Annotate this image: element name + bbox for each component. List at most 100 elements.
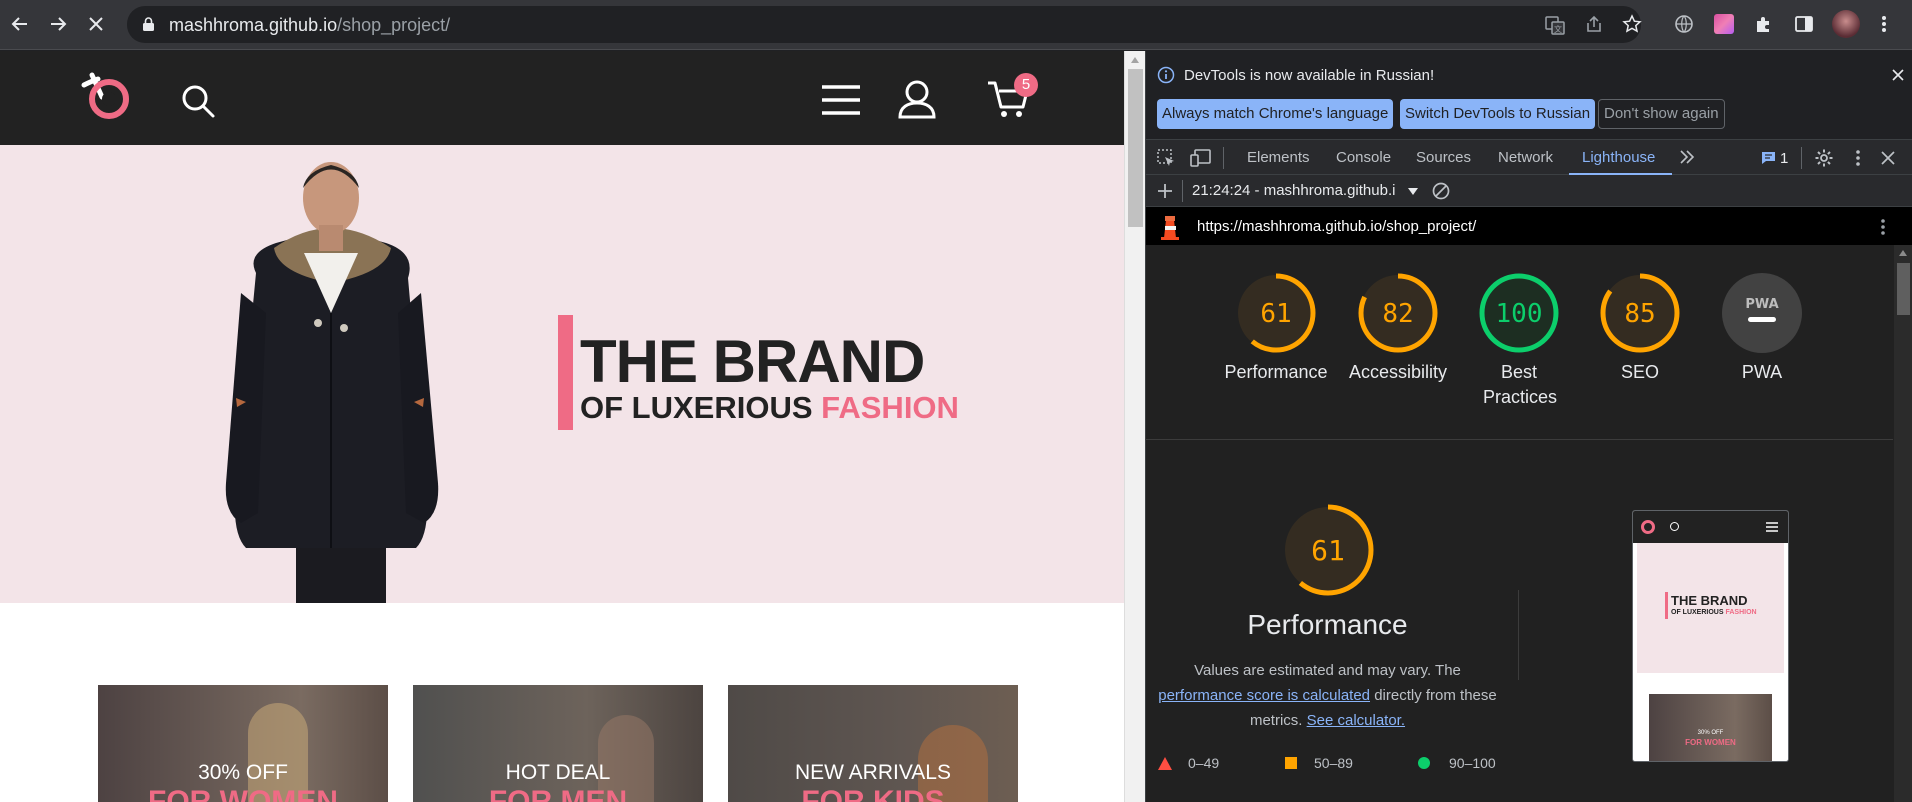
score-gauge-seo[interactable]: 85 bbox=[1599, 272, 1681, 354]
legend-average-range: 50–89 bbox=[1314, 755, 1353, 771]
thumbnail-menu-icon bbox=[1766, 522, 1778, 532]
issues-count: 1 bbox=[1780, 150, 1789, 167]
thumbnail-logo bbox=[1641, 520, 1655, 534]
hamburger-menu-icon[interactable] bbox=[820, 84, 862, 116]
cart-count-badge: 5 bbox=[1014, 73, 1038, 97]
clear-reports-icon[interactable] bbox=[1431, 181, 1451, 201]
pwa-badge-text: PWA bbox=[1745, 297, 1778, 312]
detail-divider bbox=[1518, 590, 1519, 680]
hero-accent-bar bbox=[558, 315, 573, 430]
thumbnail-header bbox=[1633, 511, 1788, 543]
menu-kebab-icon[interactable] bbox=[1872, 12, 1896, 36]
performance-score-link[interactable]: performance score is calculated bbox=[1158, 687, 1370, 704]
page-scrollbar[interactable] bbox=[1124, 51, 1145, 802]
promo-card-men[interactable]: HOT DEAL FOR MEN bbox=[413, 685, 703, 802]
tab-console[interactable]: Console bbox=[1336, 149, 1391, 166]
infobar-message: DevTools is now available in Russian! bbox=[1184, 67, 1435, 84]
lh-toolbar-divider bbox=[1182, 180, 1183, 202]
address-bar[interactable]: mashhroma.github.io/shop_project/ 文 bbox=[127, 6, 1642, 43]
scroll-up-arrow-icon[interactable] bbox=[1131, 57, 1139, 63]
inspect-element-icon[interactable] bbox=[1156, 148, 1176, 168]
lighthouse-toolbar: 21:24:24 - mashhroma.github.i bbox=[1146, 175, 1912, 207]
report-menu-kebab-icon[interactable] bbox=[1880, 218, 1886, 236]
bookmark-star-icon[interactable] bbox=[1622, 14, 1642, 34]
promo-women-line2: FOR WOMEN bbox=[148, 785, 338, 802]
language-infobar: DevTools is now available in Russian! Al… bbox=[1146, 51, 1912, 139]
tab-elements[interactable]: Elements bbox=[1247, 149, 1310, 166]
search-icon[interactable] bbox=[180, 83, 216, 119]
promo-men-line2: FOR MEN bbox=[488, 785, 628, 802]
legend-triangle-icon bbox=[1158, 757, 1172, 770]
svg-text:文: 文 bbox=[1554, 24, 1562, 34]
back-arrow-icon[interactable] bbox=[8, 12, 32, 36]
thumbnail-hero: THE BRAND OF LUXERIOUS FASHION bbox=[1637, 543, 1784, 673]
score-gauge-accessibility[interactable]: 82 bbox=[1357, 272, 1439, 354]
see-calculator-link[interactable]: See calculator. bbox=[1307, 712, 1405, 729]
switch-devtools-russian-button[interactable]: Switch DevTools to Russian bbox=[1400, 99, 1596, 129]
legend-square-icon bbox=[1285, 757, 1297, 769]
lighthouse-url-bar: https://mashhroma.github.io/shop_project… bbox=[1146, 207, 1912, 245]
score-label-performance: Performance bbox=[1224, 362, 1328, 382]
score-gauge-performance[interactable]: 61 bbox=[1235, 272, 1317, 354]
site-logo[interactable] bbox=[76, 71, 136, 123]
performance-large-score: 61 bbox=[1311, 534, 1345, 567]
promo-men-line1: HOT DEAL bbox=[505, 761, 611, 784]
share-icon[interactable] bbox=[1584, 14, 1604, 34]
user-account-icon[interactable] bbox=[897, 79, 937, 119]
translate-icon[interactable]: 文 bbox=[1545, 15, 1565, 35]
issues-icon[interactable] bbox=[1761, 150, 1776, 165]
lock-icon bbox=[142, 17, 155, 32]
report-scrollbar[interactable] bbox=[1894, 245, 1912, 802]
tabbar-divider-2 bbox=[1801, 147, 1802, 169]
report-url[interactable]: https://mashhroma.github.io/shop_project… bbox=[1197, 218, 1476, 235]
score-label-best-practices: Best Practices bbox=[1483, 362, 1558, 407]
report-scrollbar-thumb[interactable] bbox=[1897, 263, 1910, 315]
forward-arrow-icon[interactable] bbox=[46, 12, 70, 36]
info-icon bbox=[1157, 66, 1175, 84]
hero-model-image bbox=[186, 153, 476, 603]
tab-network[interactable]: Network bbox=[1498, 149, 1553, 166]
web-page: 5 THE BRAND OF LUXERIOUS FASHION 30% OFF… bbox=[0, 51, 1124, 802]
report-section-divider bbox=[1145, 439, 1893, 440]
score-gauge-pwa[interactable]: PWA bbox=[1721, 272, 1803, 354]
hero-title: THE BRAND bbox=[580, 328, 925, 395]
tab-sources[interactable]: Sources bbox=[1416, 149, 1471, 166]
performance-description: Values are estimated and may vary. The p… bbox=[1158, 662, 1497, 729]
infobar-close-icon[interactable] bbox=[1892, 69, 1904, 81]
page-scrollbar-thumb[interactable] bbox=[1128, 69, 1143, 227]
devtools-close-icon[interactable] bbox=[1881, 151, 1895, 165]
always-match-language-button[interactable]: Always match Chrome's language bbox=[1157, 99, 1394, 129]
report-select-caret-icon[interactable] bbox=[1408, 188, 1418, 195]
promo-card-women[interactable]: 30% OFF FOR WOMEN bbox=[98, 685, 388, 802]
more-tabs-chevron-icon[interactable] bbox=[1678, 148, 1696, 166]
side-panel-icon[interactable] bbox=[1792, 12, 1816, 36]
tab-lighthouse[interactable]: Lighthouse bbox=[1582, 149, 1655, 166]
devtools-menu-kebab-icon[interactable] bbox=[1855, 149, 1861, 167]
page-screenshot-thumbnail[interactable]: THE BRAND OF LUXERIOUS FASHION 30% OFF F… bbox=[1632, 510, 1789, 762]
score-gauge-best-practices[interactable]: 100 bbox=[1478, 272, 1560, 354]
thumbnail-title: THE BRAND bbox=[1671, 593, 1748, 608]
vpn-globe-icon[interactable] bbox=[1672, 12, 1696, 36]
thumbnail-promo-line1: 30% OFF bbox=[1697, 730, 1724, 736]
promo-card-kids[interactable]: NEW ARRIVALS FOR KIDS bbox=[728, 685, 1018, 802]
puzzle-extensions-icon[interactable] bbox=[1752, 12, 1776, 36]
score-value-best-practices: 100 bbox=[1496, 299, 1543, 329]
browser-toolbar: mashhroma.github.io/shop_project/ 文 bbox=[0, 0, 1912, 50]
tabbar-divider bbox=[1223, 147, 1224, 169]
score-value-performance: 61 bbox=[1260, 299, 1291, 329]
stop-loading-icon[interactable] bbox=[84, 12, 108, 36]
score-label-seo: SEO bbox=[1620, 362, 1659, 382]
profile-avatar[interactable] bbox=[1832, 10, 1860, 38]
report-scroll-up-icon[interactable] bbox=[1899, 250, 1907, 256]
new-report-plus-icon[interactable] bbox=[1157, 183, 1173, 199]
report-select[interactable]: 21:24:24 - mashhroma.github.i bbox=[1192, 182, 1395, 199]
settings-gear-icon[interactable] bbox=[1814, 148, 1834, 168]
score-label-accessibility: Accessibility bbox=[1348, 362, 1448, 382]
device-toolbar-icon[interactable] bbox=[1190, 148, 1212, 168]
dont-show-again-button[interactable]: Don't show again bbox=[1598, 99, 1725, 129]
thumbnail-promo: 30% OFF FOR WOMEN bbox=[1649, 694, 1772, 761]
thumbnail-search-icon bbox=[1670, 522, 1679, 531]
legend-pass-range: 90–100 bbox=[1449, 755, 1496, 771]
promo-kids-line1: NEW ARRIVALS bbox=[795, 761, 951, 784]
extension-gradient-icon[interactable] bbox=[1712, 12, 1736, 36]
